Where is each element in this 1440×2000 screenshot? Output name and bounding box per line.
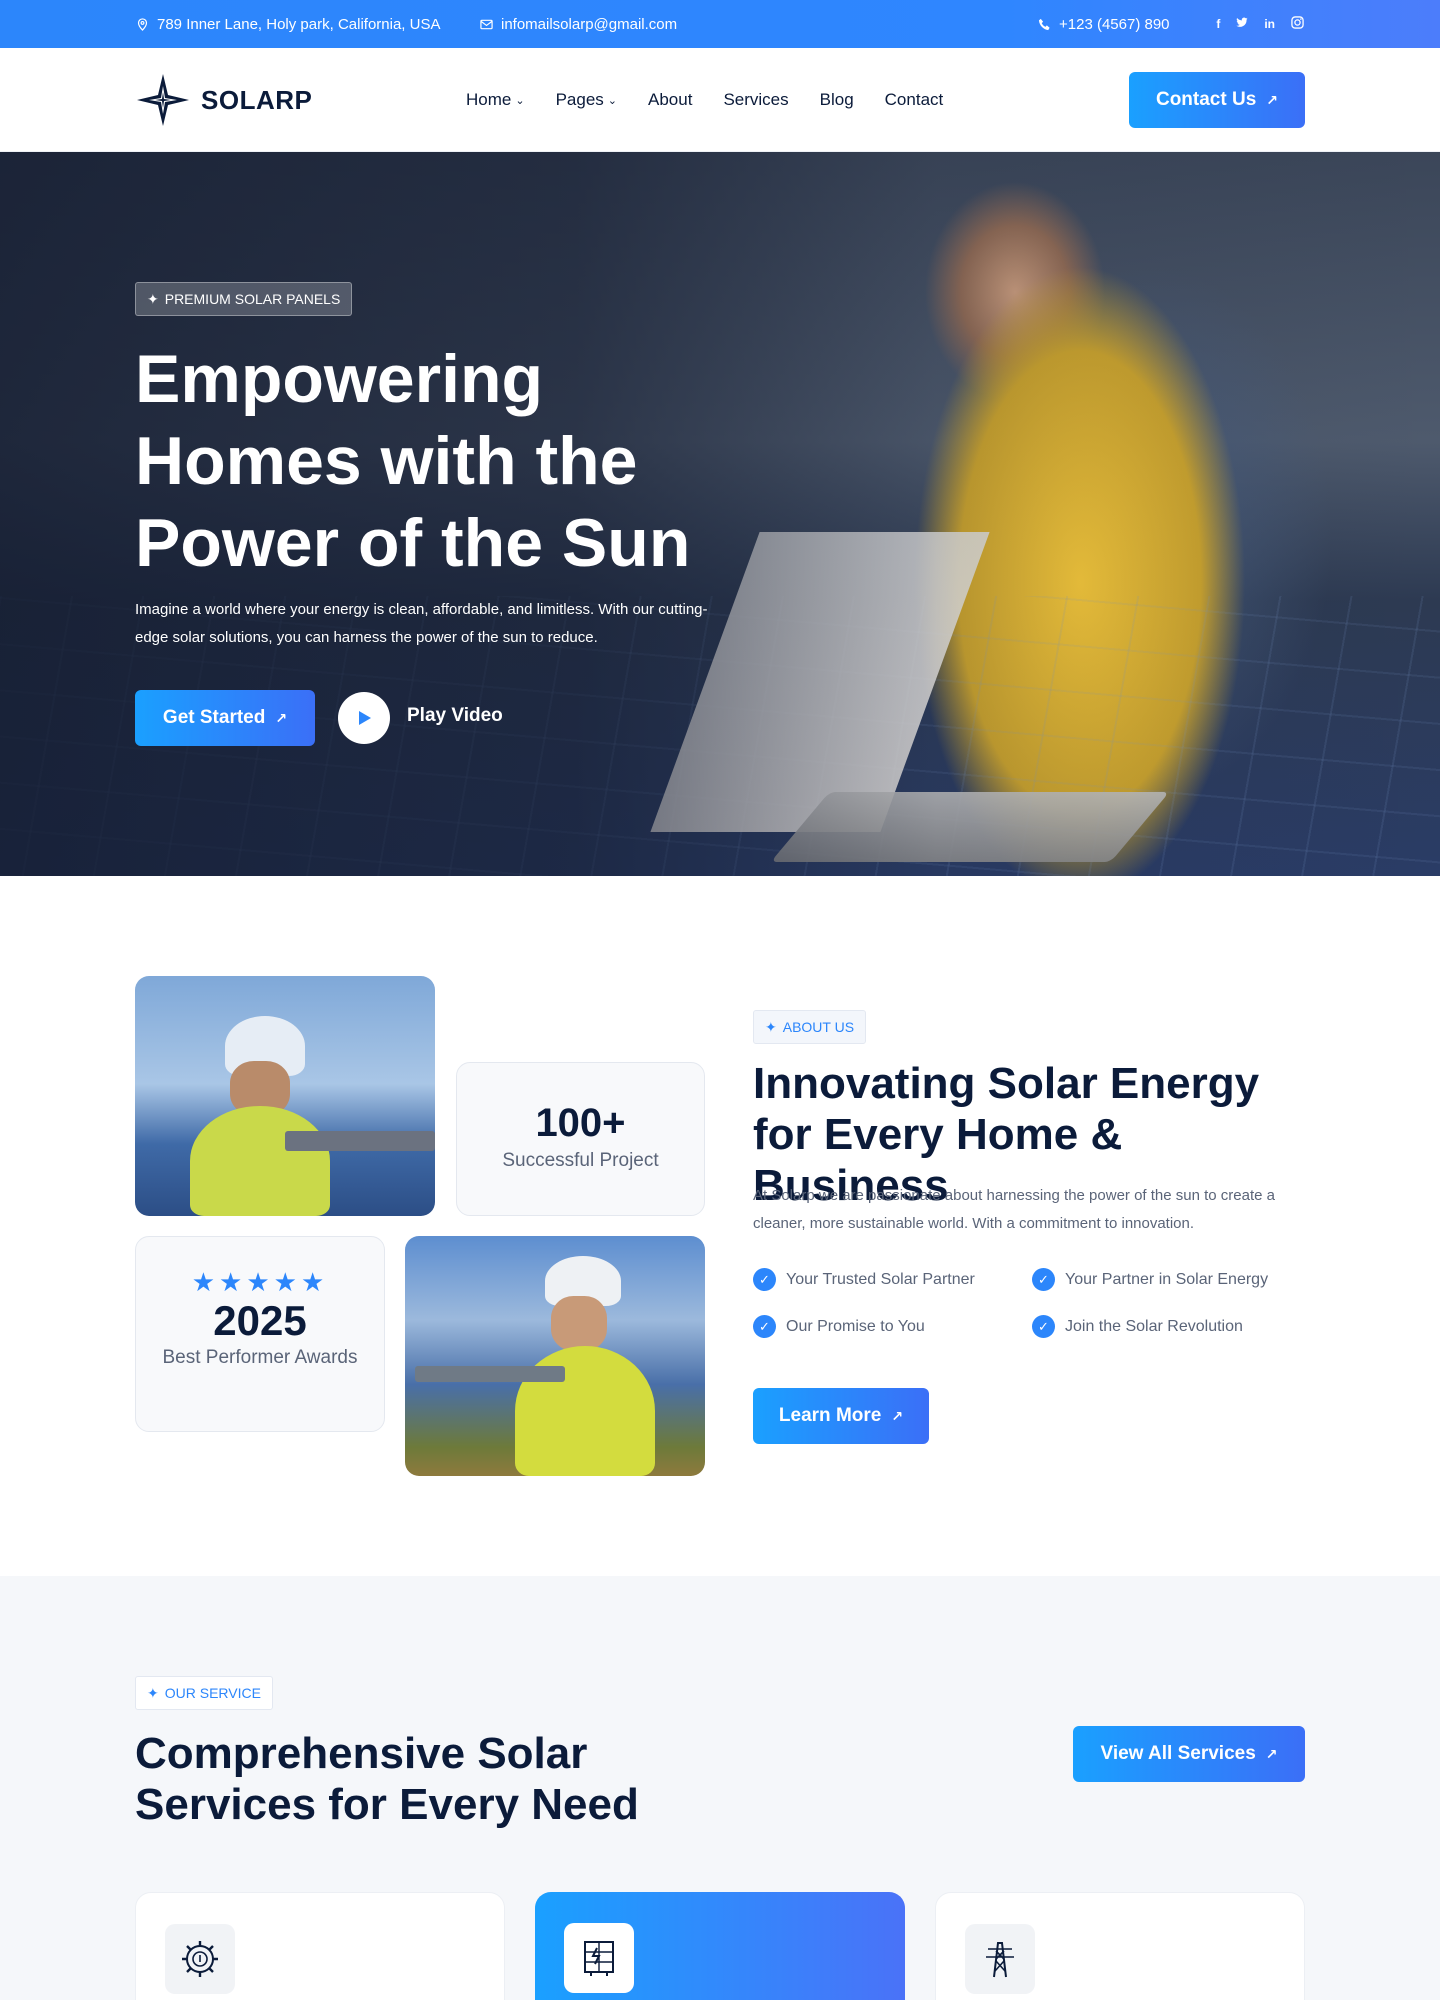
gear-bulb-icon (165, 1924, 235, 1994)
hero-badge: ✦ PREMIUM SOLAR PANELS (135, 282, 353, 316)
hero-section: ✦ PREMIUM SOLAR PANELS Empowering Homes w… (0, 152, 1440, 876)
feature-item: ✓ Our Promise to You (753, 1315, 1032, 1338)
chevron-down-icon: ⌄ (515, 94, 525, 107)
projects-count: 100+ (535, 1101, 626, 1145)
award-label: Best Performer Awards (162, 1347, 358, 1368)
nav-item-home[interactable]: Home ⌄ (466, 90, 525, 110)
about-photo-engineer-smiling (405, 1236, 705, 1476)
logo-text: SOLARP (201, 84, 313, 115)
learn-more-button[interactable]: Learn More ↗ (753, 1388, 929, 1444)
button-label: Contact Us (1155, 89, 1257, 110)
check-circle-icon: ✓ (753, 1268, 776, 1291)
projects-label: Successful Project (502, 1150, 659, 1171)
service-card-active[interactable] (535, 1892, 905, 2000)
power-tower-icon (965, 1924, 1035, 1994)
awards-stat-card: ★★★★★ 2025 Best Performer Awards (135, 1236, 385, 1432)
feature-item: ✓ Join the Solar Revolution (1032, 1315, 1311, 1338)
linkedin-icon[interactable]: in (1264, 17, 1275, 31)
feature-label: Our Promise to You (786, 1317, 925, 1335)
button-label: Get Started (162, 707, 266, 728)
play-icon (359, 711, 371, 725)
sparkle-icon: ✦ (147, 290, 159, 307)
about-badge: ✦ ABOUT US (753, 1010, 867, 1044)
nav-item-label: Contact (884, 90, 944, 109)
solar-panel-icon (564, 1923, 634, 1993)
email-text[interactable]: infomailsolarp@gmail.com (501, 16, 677, 33)
hero-title: Empowering Homes with the Power of the S… (135, 341, 691, 581)
feature-label: Your Trusted Solar Partner (786, 1270, 975, 1288)
location-pin-icon (137, 17, 148, 31)
hero-description: Imagine a world where your energy is cle… (135, 601, 708, 646)
feature-label: Join the Solar Revolution (1065, 1317, 1243, 1335)
nav-item-label: About (648, 90, 693, 109)
social-links: f in (1216, 0, 1304, 48)
contact-us-button[interactable]: Contact Us ↗ (1129, 72, 1305, 128)
arrow-up-right-icon: ↗ (1266, 91, 1279, 108)
about-features-list: ✓ Your Trusted Solar Partner ✓ Your Partne… (753, 1268, 1313, 1338)
nav-item-contact[interactable]: Contact (885, 90, 944, 110)
arrow-up-right-icon: ↗ (891, 1407, 904, 1424)
nav-item-label: Pages (555, 90, 604, 109)
services-badge: ✦ OUR SERVICE (135, 1676, 273, 1710)
sparkle-icon: ✦ (147, 1684, 159, 1701)
phone-icon (1038, 18, 1050, 30)
feature-item: ✓ Your Trusted Solar Partner (753, 1268, 1032, 1291)
nav-item-services[interactable]: Services (723, 90, 788, 110)
twitter-icon[interactable] (1236, 17, 1248, 31)
button-label: Learn More (778, 1405, 882, 1426)
check-circle-icon: ✓ (1032, 1315, 1055, 1338)
nav-item-label: Blog (819, 90, 854, 109)
facebook-icon[interactable]: f (1216, 17, 1220, 31)
rating-stars-icon: ★★★★★ (191, 1267, 329, 1297)
view-all-services-button[interactable]: View All Services ↗ (1073, 1726, 1305, 1782)
sparkle-icon: ✦ (765, 1018, 777, 1035)
button-label: View All Services (1100, 1743, 1256, 1764)
nav-menu: Home ⌄ Pages ⌄ About Services Blog Contact (466, 48, 943, 152)
nav-item-label: Home (466, 90, 512, 109)
service-card[interactable] (135, 1892, 505, 2000)
services-section: ✦ OUR SERVICE Comprehensive Solar Service… (0, 1576, 1440, 2000)
logo[interactable]: SOLARP (135, 72, 312, 128)
badge-label: PREMIUM SOLAR PANELS (164, 291, 341, 307)
instagram-icon[interactable] (1291, 16, 1304, 32)
address-text: 789 Inner Lane, Holy park, California, U… (157, 15, 441, 33)
arrow-up-right-icon: ↗ (1265, 1745, 1278, 1762)
play-video-button[interactable] (338, 692, 390, 744)
about-photo-engineer-laptop (135, 976, 435, 1216)
email-item[interactable]: infomailsolarp@gmail.com (480, 0, 677, 48)
about-description: At Solarp we are passionate about harnes… (753, 1187, 1275, 1232)
chevron-down-icon: ⌄ (607, 94, 617, 107)
projects-stat-card: 100+ Successful Project (456, 1062, 705, 1216)
check-circle-icon: ✓ (1032, 1268, 1055, 1291)
feature-label: Your Partner in Solar Energy (1065, 1270, 1269, 1288)
phone-text[interactable]: +123 (4567) 890 (1059, 16, 1170, 33)
service-card[interactable] (935, 1892, 1305, 2000)
nav-item-pages[interactable]: Pages ⌄ (556, 90, 617, 110)
main-navbar: SOLARP Home ⌄ Pages ⌄ About Services Blog … (0, 48, 1440, 152)
services-title: Comprehensive Solar Services for Every N… (135, 1729, 639, 1829)
check-circle-icon: ✓ (753, 1315, 776, 1338)
badge-label: ABOUT US (782, 1019, 855, 1035)
nav-item-about[interactable]: About (648, 90, 692, 110)
play-video-label[interactable]: Play Video (407, 705, 503, 727)
top-bar: 789 Inner Lane, Holy park, California, U… (0, 0, 1440, 48)
nav-item-blog[interactable]: Blog (820, 90, 854, 110)
mail-icon (480, 19, 493, 29)
badge-label: OUR SERVICE (164, 1685, 261, 1701)
arrow-up-right-icon: ↗ (275, 709, 288, 726)
address-item: 789 Inner Lane, Holy park, California, U… (136, 0, 440, 48)
nav-item-label: Services (723, 90, 789, 109)
phone-item[interactable]: +123 (4567) 890 (1038, 0, 1170, 48)
logo-star-icon (137, 74, 189, 126)
award-year: 2025 (213, 1297, 307, 1344)
feature-item: ✓ Your Partner in Solar Energy (1032, 1268, 1311, 1291)
get-started-button[interactable]: Get Started ↗ (135, 690, 315, 746)
